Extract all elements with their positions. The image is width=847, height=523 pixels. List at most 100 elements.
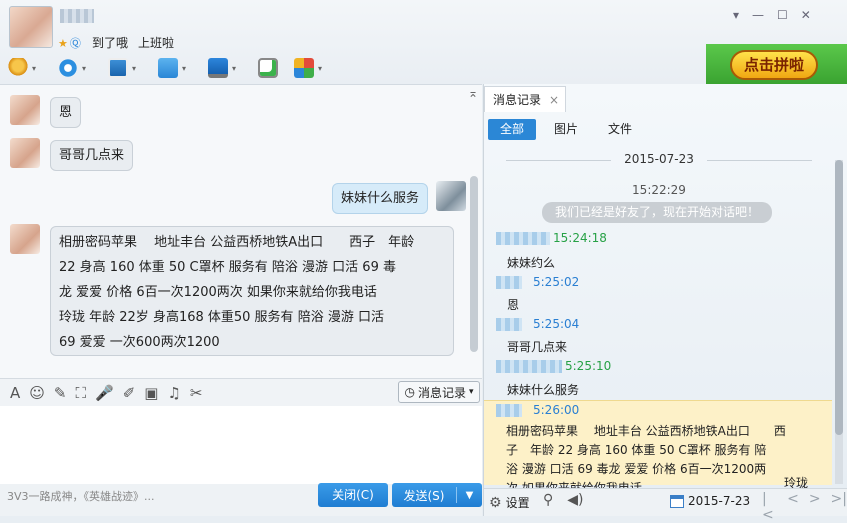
history-scrollbar[interactable] xyxy=(835,160,843,484)
video-call-icon xyxy=(58,58,78,78)
last-page-icon[interactable]: >| xyxy=(831,491,847,523)
send-button[interactable]: 发送(S) ▼ xyxy=(392,483,482,507)
minimize-icon[interactable]: — xyxy=(752,8,764,22)
message-time: 5:26:00 xyxy=(533,403,580,417)
message-bubble: 哥哥几点来 xyxy=(50,140,134,171)
edit-icon[interactable]: ✐ xyxy=(123,384,136,402)
calendar-date: 2015-7-23 xyxy=(688,494,751,508)
chat-toolbar: ▾ ▾ ▾ ▾ ▾ ▾ xyxy=(8,56,344,80)
music-icon[interactable]: ♫ xyxy=(167,384,180,402)
my-avatar[interactable] xyxy=(436,181,466,211)
send-options-icon[interactable]: ▼ xyxy=(457,490,482,501)
video-call-button[interactable]: ▾ xyxy=(58,56,108,80)
signature-word: 到了哦 xyxy=(92,36,129,50)
menu-dropdown-icon[interactable]: ▾ xyxy=(733,8,739,22)
system-note: 我们已经是好友了，现在开始对话吧！ xyxy=(542,202,772,223)
close-icon[interactable]: ✕ xyxy=(801,8,811,22)
close-button[interactable]: 关闭(C) xyxy=(318,483,388,507)
news-ticker[interactable]: 3V3一路成神，《英雄战迹》... xyxy=(7,488,155,504)
message-history-button[interactable]: ◷ 消息记录 ▾ xyxy=(398,381,480,403)
scissors-icon[interactable]: ✂ xyxy=(190,384,203,402)
message-bubble-long: 相册密码苹果 地址丰台 公益西桥地铁A出口 西子 年龄 22 身高 160 体重… xyxy=(50,226,454,356)
tab-message-history[interactable]: 消息记录 × xyxy=(484,86,566,112)
screenshot-icon[interactable]: ⛶ xyxy=(75,384,86,402)
chevron-down-icon[interactable]: ▾ xyxy=(132,64,136,73)
chevron-down-icon[interactable]: ▾ xyxy=(182,64,186,73)
filter-all[interactable]: 全部 xyxy=(488,119,537,140)
message-time: 5:25:04 xyxy=(533,317,580,331)
speaker-icon[interactable]: ◀) xyxy=(567,492,583,508)
system-time: 15:22:29 xyxy=(632,183,686,197)
history-filter: 全部 图片 文件 xyxy=(488,119,650,140)
chevron-down-icon[interactable]: ▾ xyxy=(232,64,236,73)
screen-share-button[interactable]: ▾ xyxy=(108,56,158,80)
settings-label: 设置 xyxy=(505,496,530,510)
chat-scrollbar[interactable] xyxy=(470,176,478,352)
settings-button[interactable]: ⚙ 设置 xyxy=(489,494,530,511)
chevron-down-icon[interactable]: ▾ xyxy=(318,64,322,73)
message-input[interactable] xyxy=(0,406,482,484)
date-picker[interactable]: 2015-7-23 xyxy=(670,494,750,508)
history-date: 2015-07-23 xyxy=(484,152,834,166)
signature-word: 上班啦 xyxy=(138,36,175,50)
maximize-icon[interactable]: ☐ xyxy=(777,8,788,22)
font-icon[interactable]: A xyxy=(10,384,20,402)
history-message: 哥哥几点来 xyxy=(507,340,568,354)
emoji-icon[interactable]: ☺ xyxy=(29,384,45,402)
sender-name-blurred xyxy=(496,276,522,289)
vip-star-icon: ★ xyxy=(58,37,68,50)
filter-images[interactable]: 图片 xyxy=(542,119,590,140)
voice-call-button[interactable]: ▾ xyxy=(8,56,58,80)
chevron-down-icon[interactable]: ▾ xyxy=(32,64,36,73)
message-line: 子 年龄 22 身高 160 体重 50 C罩杯 服务有 陪 xyxy=(506,443,767,457)
history-message: 恩 xyxy=(507,298,520,312)
gear-icon: ⚙ xyxy=(489,494,502,511)
file-transfer-button[interactable]: ▾ xyxy=(158,56,208,80)
contact-avatar-small[interactable] xyxy=(10,224,40,254)
file-transfer-icon xyxy=(158,58,178,78)
message-line: 69 爱爱 一次600两次1200 xyxy=(59,335,220,350)
remote-desktop-icon xyxy=(208,58,228,78)
scrollbar-thumb[interactable] xyxy=(835,160,843,435)
message-time: 5:25:10 xyxy=(565,359,612,373)
image-icon[interactable]: ▣ xyxy=(144,384,158,402)
contact-avatar-small[interactable] xyxy=(10,138,40,168)
message-line: 相册密码苹果 地址丰台 公益西桥地铁A出口 西 xyxy=(506,424,786,438)
contact-name-blurred xyxy=(60,9,94,23)
tab-close-icon[interactable]: × xyxy=(549,93,559,107)
message-bubble: 恩 xyxy=(50,97,82,128)
contact-avatar[interactable] xyxy=(9,6,53,48)
message-time: 15:24:18 xyxy=(553,231,607,245)
remote-desktop-button[interactable]: ▾ xyxy=(208,56,258,80)
chevron-down-icon[interactable]: ▾ xyxy=(82,64,86,73)
sender-name-blurred xyxy=(496,318,522,331)
poke-icon[interactable]: ✎ xyxy=(54,384,67,402)
message-time: 5:25:02 xyxy=(533,275,580,289)
sender-name-blurred xyxy=(496,232,550,245)
screen-share-icon xyxy=(108,58,128,78)
message-line: 相册密码苹果 地址丰台 公益西桥地铁A出口 西子 年龄 xyxy=(59,235,415,250)
contact-avatar-small[interactable] xyxy=(10,95,40,125)
voice-call-icon xyxy=(8,58,28,78)
qq-status-icon: Ⓠ xyxy=(69,37,81,50)
prev-page-icon[interactable]: < xyxy=(787,491,799,523)
next-page-icon[interactable]: > xyxy=(809,491,821,523)
ad-cta-button[interactable]: 点击拼啦 xyxy=(730,50,818,80)
clock-icon: ◷ xyxy=(404,385,415,399)
search-icon[interactable]: ⚲ xyxy=(543,492,553,508)
message-line: 浴 漫游 口活 69 毒龙 爱爱 价格 6百一次1200两 xyxy=(506,462,767,476)
voice-message-icon[interactable]: 🎤 xyxy=(95,384,114,402)
send-label: 发送(S) xyxy=(403,488,445,503)
collapse-icon[interactable]: ⌅ xyxy=(468,86,478,100)
history-pager: |< < > >| xyxy=(762,491,847,523)
message-history-label: 消息记录 xyxy=(417,385,466,400)
history-tools: ⚲ ◀) xyxy=(543,492,584,508)
apps-button[interactable]: ▾ xyxy=(294,56,344,80)
apps-icon xyxy=(294,58,314,78)
my-message-bubble: 妹妹什么服务 xyxy=(332,183,429,214)
add-app-button[interactable] xyxy=(258,56,294,80)
calendar-icon xyxy=(670,494,684,508)
filter-files[interactable]: 文件 xyxy=(596,119,644,140)
first-page-icon[interactable]: |< xyxy=(762,491,777,523)
highlighted-message-text: 相册密码苹果 地址丰台 公益西桥地铁A出口 西 子 年龄 22 身高 160 体… xyxy=(506,422,806,498)
